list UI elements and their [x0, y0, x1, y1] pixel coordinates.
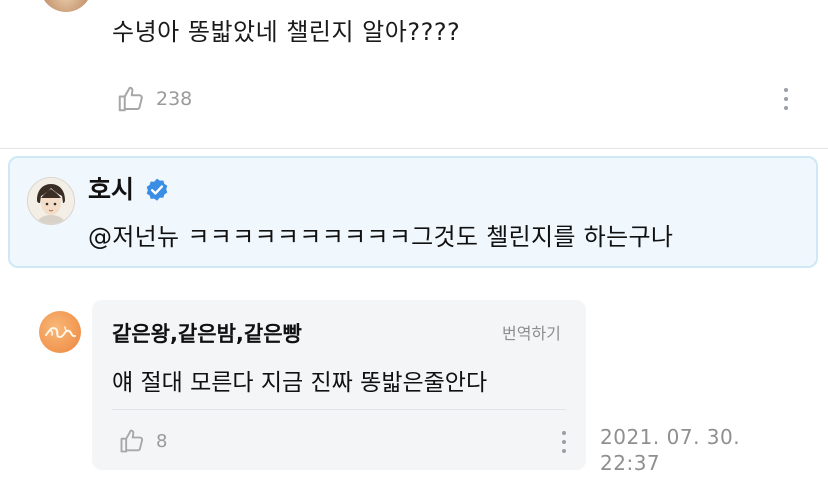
artist-reply-text: @저넌뉴 ㅋㅋㅋㅋㅋㅋㅋㅋㅋㅋ그것도 첼린지를 하는구나 [88, 223, 674, 251]
thumbs-up-icon [118, 86, 143, 112]
fan-name[interactable]: 같은왕,같은밤,같은빵 [112, 318, 302, 348]
translate-link[interactable]: 번역하기 [502, 320, 561, 344]
fan-reply-like-count: 8 [156, 430, 168, 452]
top-comment-like-count: 238 [156, 88, 193, 110]
fan-reply-text: 얘 절대 모른다 지금 진짜 똥밟은줄안다 [112, 370, 488, 396]
fan-reply-more-button[interactable] [561, 431, 567, 453]
fan-reply-like-button[interactable]: 8 [118, 427, 167, 455]
reply-time: 22:37 [600, 451, 661, 475]
reply-date: 2021. 07. 30. [600, 425, 741, 449]
top-comment-avatar[interactable] [40, 0, 92, 12]
thumbs-up-icon [120, 429, 144, 453]
top-comment-more-button[interactable] [783, 88, 789, 110]
fan-avatar-scribble [45, 326, 76, 339]
artist-avatar[interactable] [27, 177, 75, 225]
comment-divider [0, 148, 828, 149]
verified-badge-icon [146, 178, 168, 201]
top-comment-like-button[interactable]: 238 [116, 84, 192, 114]
card-divider [112, 409, 566, 410]
reply-timestamp: 2021. 07. 30. 22:37 [600, 424, 740, 476]
top-comment-text: 수녕아 똥밟았네 챌린지 알아???? [112, 18, 461, 46]
artist-avatar-illustration [28, 178, 74, 224]
fan-avatar[interactable] [39, 311, 81, 353]
artist-name[interactable]: 호시 [88, 170, 134, 206]
